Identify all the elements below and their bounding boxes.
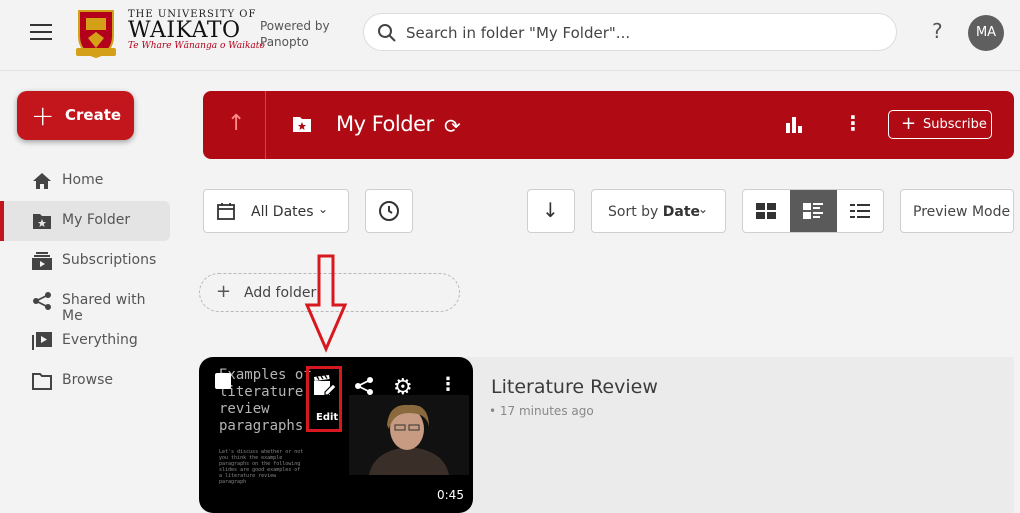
menu-icon[interactable] <box>30 24 52 42</box>
view-mode-toggle <box>742 189 884 233</box>
up-arrow-icon: ↑ <box>227 111 246 136</box>
calendar-icon <box>217 203 235 220</box>
session-row[interactable]: Examples of literature review paragraphs… <box>199 357 1014 513</box>
search-input[interactable] <box>404 21 878 45</box>
view-thumbnail-button[interactable] <box>743 190 790 232</box>
stats-icon[interactable] <box>785 117 803 133</box>
up-folder-button[interactable]: ↑ <box>203 91 266 159</box>
sidebar-item-home[interactable]: Home <box>0 161 170 201</box>
view-detail-button[interactable] <box>790 190 837 232</box>
sort-by-value: Date <box>662 204 701 220</box>
home-icon <box>33 173 51 189</box>
subscribe-button[interactable]: + Subscribe <box>888 110 992 139</box>
folder-header: ↑ My Folder ⟳ ⋮ + Subscribe <box>203 91 1014 159</box>
sidebar-item-label: My Folder <box>62 212 131 228</box>
share-icon[interactable] <box>354 376 374 396</box>
play-library-icon <box>32 332 52 350</box>
sidebar-item-my-folder[interactable]: My Folder <box>0 201 170 241</box>
sort-by-dropdown[interactable]: Sort by Date ⌄ <box>591 189 726 233</box>
subscribe-label: Subscribe <box>923 117 987 132</box>
preview-mode-label: Preview Mode <box>913 204 1011 220</box>
plus-icon: + <box>31 99 55 132</box>
create-label: Create <box>65 106 122 124</box>
search-box[interactable] <box>363 13 897 51</box>
thumbnail-slide-title: Examples of literature review paragraphs <box>219 367 312 434</box>
sidebar-item-browse[interactable]: Browse <box>0 361 170 401</box>
star-folder-icon <box>293 117 311 132</box>
university-motto: Te Whare Wānanga o Waikato <box>128 41 265 51</box>
select-checkbox[interactable] <box>215 373 231 389</box>
folder-icon <box>32 373 52 390</box>
session-time-ago: 17 minutes ago <box>499 404 594 418</box>
view-list-button[interactable] <box>837 190 883 232</box>
thumbnail-slide-body: Let's discuss whether or not you think t… <box>219 449 304 485</box>
edit-highlight-box <box>306 366 342 432</box>
powered-by-text: Powered by Panopto <box>260 19 330 49</box>
sidebar-item-label: Browse <box>62 372 113 388</box>
search-icon <box>378 24 396 42</box>
help-icon[interactable]: ? <box>932 19 943 43</box>
star-folder-icon <box>33 214 51 229</box>
chevron-down-icon: ⌄ <box>698 202 709 216</box>
subscriptions-icon <box>32 252 52 270</box>
more-options-icon[interactable]: ⋮ <box>843 111 863 135</box>
presenter-video-image <box>349 395 469 475</box>
university-wordmark[interactable]: THE UNIVERSITY OF WAIKATO Te Whare Wānan… <box>128 9 265 51</box>
top-bar: THE UNIVERSITY OF WAIKATO Te Whare Wānan… <box>0 0 1020 71</box>
chevron-down-icon: ⌄ <box>318 202 329 216</box>
grid-view-icon <box>756 203 776 219</box>
sidebar-item-shared-with-me[interactable]: Shared with Me <box>0 281 170 324</box>
sidebar-item-label: Everything <box>62 332 138 348</box>
more-options-icon[interactable]: ⋮ <box>439 374 457 395</box>
date-filter-label: All Dates <box>251 204 314 220</box>
detail-view-icon <box>803 203 823 219</box>
sidebar-item-subscriptions[interactable]: Subscriptions <box>0 241 170 281</box>
share-icon <box>33 292 51 310</box>
list-view-icon <box>850 204 870 218</box>
session-title[interactable]: Literature Review <box>491 376 658 398</box>
plus-icon: + <box>901 113 917 134</box>
sort-direction-button[interactable]: ↓ <box>527 189 575 233</box>
folder-title: My Folder <box>336 112 434 136</box>
sort-by-prefix: Sort by <box>608 204 659 220</box>
sort-by-label: Sort by Date <box>608 204 700 220</box>
sidebar-item-label: Home <box>62 172 104 188</box>
create-button[interactable]: + Create <box>17 91 134 140</box>
sidebar-item-everything[interactable]: Everything <box>0 321 170 361</box>
university-crest-logo[interactable] <box>76 8 116 58</box>
arrow-down-icon: ↓ <box>542 198 559 222</box>
user-avatar[interactable]: MA <box>968 15 1004 51</box>
video-duration: 0:45 <box>437 488 464 502</box>
sidebar-item-label: Shared with Me <box>62 292 146 324</box>
plus-icon: + <box>216 281 232 302</box>
settings-gear-icon[interactable]: ⚙ <box>393 375 413 400</box>
session-timestamp: • 17 minutes ago <box>489 404 594 418</box>
sidebar-nav: Home My Folder Subscriptions Shared with… <box>0 161 170 401</box>
refresh-icon[interactable]: ⟳ <box>444 114 461 138</box>
annotation-arrow-icon <box>304 254 348 353</box>
clock-icon <box>379 201 399 221</box>
date-filter-dropdown[interactable]: All Dates ⌄ <box>203 189 349 233</box>
history-button[interactable] <box>365 189 413 233</box>
sidebar-item-label: Subscriptions <box>62 252 157 268</box>
university-name: WAIKATO <box>128 18 241 43</box>
session-thumbnail[interactable]: Examples of literature review paragraphs… <box>199 357 473 513</box>
preview-mode-button[interactable]: Preview Mode <box>900 189 1014 233</box>
